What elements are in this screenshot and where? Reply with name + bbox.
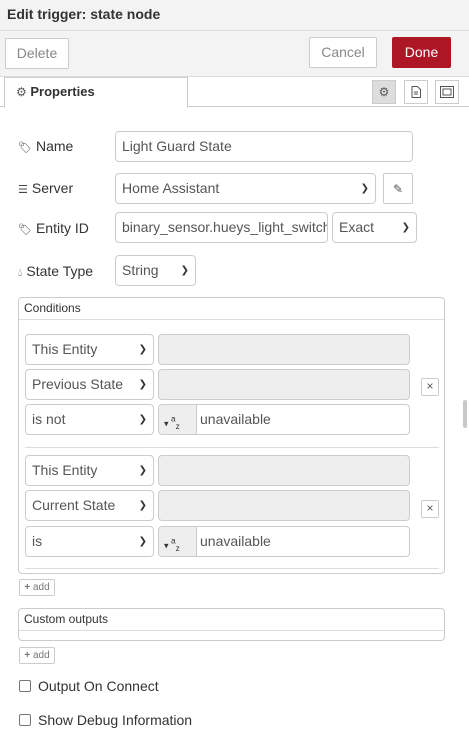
condition-2-value: unavailable xyxy=(200,533,271,549)
server-select[interactable]: Home Assistant ❯ xyxy=(115,173,376,204)
add-condition-button[interactable]: + add xyxy=(19,579,55,596)
custom-outputs-container: Custom outputs xyxy=(18,608,445,641)
condition-divider xyxy=(25,447,439,448)
edit-server-button[interactable]: ✎ xyxy=(383,173,413,204)
show-debug-checkbox[interactable] xyxy=(19,714,31,726)
condition-1-comparator-select[interactable]: is not ❯ xyxy=(25,404,154,435)
tray-toolbar: Delete Cancel Done xyxy=(0,31,469,77)
delete-button[interactable]: Delete xyxy=(5,38,69,69)
condition-divider xyxy=(25,568,439,569)
chevron-down-icon: ❯ xyxy=(138,344,147,355)
server-icon: ☰ xyxy=(18,184,28,196)
condition-1-comparator-value: is not xyxy=(32,411,66,427)
condition-1-property-value: Previous State xyxy=(32,376,124,392)
remove-condition-2-button[interactable]: × xyxy=(421,500,439,518)
name-input[interactable]: Light Guard State xyxy=(115,131,413,162)
state-type-value: String xyxy=(122,262,159,278)
condition-2-comparator-value: is xyxy=(32,533,43,549)
chevron-down-icon: ❯ xyxy=(138,414,147,425)
scrollbar-thumb[interactable] xyxy=(463,400,467,428)
condition-2-value-typedinput[interactable]: ▾ az unavailable xyxy=(158,526,410,557)
chevron-down-icon: ❯ xyxy=(138,465,147,476)
file-icon xyxy=(411,86,421,98)
tab-appearance[interactable] xyxy=(435,80,459,104)
close-icon: × xyxy=(426,501,434,515)
name-label: 🏷︎ Name xyxy=(18,138,74,154)
server-select-value: Home Assistant xyxy=(122,180,220,196)
custom-outputs-header-divider xyxy=(19,630,444,631)
condition-1-target-input xyxy=(158,334,410,365)
show-debug-label: Show Debug Information xyxy=(38,712,193,728)
condition-1-property-select[interactable]: Previous State ❯ xyxy=(25,369,154,400)
condition-2-target-value: This Entity xyxy=(32,462,98,478)
conditions-title: Conditions xyxy=(24,301,81,315)
close-icon: × xyxy=(426,379,434,393)
chevron-down-icon: ❯ xyxy=(138,379,147,390)
entity-id-label: 🏷︎ Entity ID xyxy=(18,220,89,236)
condition-1-target-select[interactable]: This Entity ❯ xyxy=(25,334,154,365)
state-type-select[interactable]: String ❯ xyxy=(115,255,196,286)
condition-1-value: unavailable xyxy=(200,411,271,427)
condition-2-target-input xyxy=(158,455,410,486)
image-icon xyxy=(440,86,454,98)
chevron-down-icon: ❯ xyxy=(138,500,147,511)
entity-match-value: Exact xyxy=(339,219,375,235)
add-custom-output-button[interactable]: + add xyxy=(19,647,55,664)
done-button[interactable]: Done xyxy=(392,37,451,68)
cancel-button[interactable]: Cancel xyxy=(309,37,377,68)
condition-2-comparator-select[interactable]: is ❯ xyxy=(25,526,154,557)
plus-icon: + xyxy=(24,650,31,661)
gear-icon: ⚙ xyxy=(378,85,390,99)
conditions-header-divider xyxy=(19,319,444,320)
tab-description[interactable] xyxy=(404,80,428,104)
string-type-icon: az xyxy=(171,414,180,432)
state-type-label: 💧︎ State Type xyxy=(18,263,94,279)
custom-outputs-title: Custom outputs xyxy=(24,612,109,626)
output-on-connect-label: Output On Connect xyxy=(38,678,159,694)
tabs-bar: ⚙ Properties ⚙ xyxy=(0,77,469,108)
tab-properties-label: ⚙ Properties xyxy=(16,84,95,99)
condition-2-target-select[interactable]: This Entity ❯ xyxy=(25,455,154,486)
condition-1-type-selector[interactable]: ▾ az xyxy=(159,405,197,434)
condition-2-property-value: Current State xyxy=(32,497,116,513)
chevron-down-icon: ❯ xyxy=(360,183,369,194)
remove-condition-1-button[interactable]: × xyxy=(421,378,439,396)
condition-2-property-input xyxy=(158,490,410,521)
pencil-icon: ✎ xyxy=(392,182,404,196)
condition-1-value-typedinput[interactable]: ▾ az unavailable xyxy=(158,404,410,435)
chevron-down-icon: ❯ xyxy=(401,222,410,233)
condition-2-type-selector[interactable]: ▾ az xyxy=(159,527,197,556)
plus-icon: + xyxy=(24,582,31,593)
tab-properties[interactable]: ⚙ Properties xyxy=(4,77,188,108)
tray-header: Edit trigger: state node xyxy=(0,0,469,31)
tag-icon: 🏷︎ xyxy=(18,142,32,154)
entity-id-input[interactable]: binary_sensor.hueys_light_switch xyxy=(115,212,328,243)
tray-title: Edit trigger: state node xyxy=(7,6,161,22)
chevron-down-icon: ❯ xyxy=(138,536,147,547)
entity-match-select[interactable]: Exact ❯ xyxy=(332,212,417,243)
string-type-icon: az xyxy=(171,536,180,554)
condition-2-property-select[interactable]: Current State ❯ xyxy=(25,490,154,521)
condition-1-property-input xyxy=(158,369,410,400)
tag-icon: 🏷︎ xyxy=(18,224,32,236)
server-label: ☰ Server xyxy=(18,180,74,196)
gear-icon: ⚙ xyxy=(16,85,27,99)
condition-1-target-value: This Entity xyxy=(32,341,98,357)
output-on-connect-checkbox[interactable] xyxy=(19,680,31,692)
tab-settings[interactable]: ⚙ xyxy=(372,80,396,104)
tint-icon: 💧︎ xyxy=(18,267,23,279)
chevron-down-icon: ❯ xyxy=(180,265,189,276)
